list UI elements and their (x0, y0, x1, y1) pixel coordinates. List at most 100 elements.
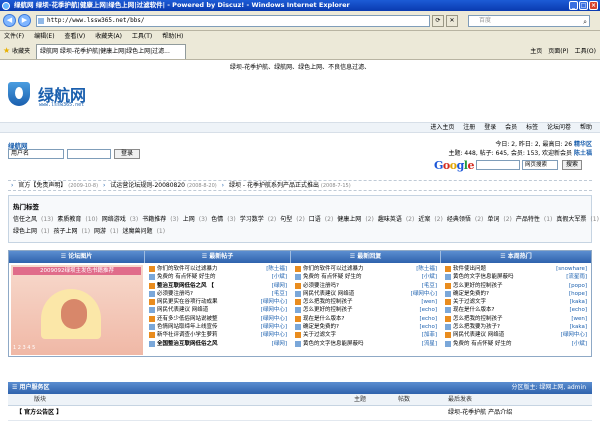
thread-title[interactable]: 怎么把我要为孩子? (453, 323, 545, 331)
thread-author[interactable]: [kaka] (570, 298, 587, 306)
announcement-link[interactable]: 试运营论坛规则-20080820 (110, 182, 185, 189)
thread-author[interactable]: [陈土福] (266, 265, 287, 273)
announcement-link[interactable]: 官方【免责声明】 (18, 182, 66, 189)
thread-author[interactable]: [popo] (569, 282, 587, 290)
password-input[interactable] (67, 149, 111, 159)
thread-title[interactable]: 关于过滤文字 (453, 298, 545, 306)
nav-tags[interactable]: 标签 (526, 124, 538, 131)
digest-link[interactable]: 精华区 (574, 141, 592, 148)
menu-help[interactable]: 帮助(H) (162, 33, 183, 40)
thread-row[interactable]: 你们的软件可以过滤暴力 [陈土福] (295, 265, 437, 273)
thread-title[interactable]: 现在是什么版本? (303, 315, 395, 323)
thread-row[interactable]: 怎么更好的控制孩子 [echo] (295, 306, 437, 314)
thread-row[interactable]: 新华社评调查小学生萝莉 [绿网中心] (149, 331, 287, 339)
thread-author[interactable]: [绿网] (272, 340, 287, 348)
thread-title[interactable]: 网民更实在谷项行动成果 (157, 298, 249, 306)
thread-title[interactable]: 你们的软件可以过滤暴力 (157, 265, 249, 273)
page-button[interactable]: 页面(P) (548, 46, 568, 55)
thread-title[interactable]: 怎么把我的控制孩子 (303, 298, 395, 306)
thread-author[interactable]: [绿网中心] (261, 306, 287, 314)
thread-row[interactable]: 怎么更好的控制孩子 [popo] (445, 282, 587, 290)
minimize-button[interactable]: _ (569, 1, 578, 10)
refresh-icon[interactable]: ⟳ (432, 15, 444, 27)
thread-title[interactable]: 必须要注册吗? (157, 290, 249, 298)
photo-slideshow[interactable]: 2009092绿坝主发色书籍推荐 1 2 3 4 5 (11, 265, 143, 355)
thread-title[interactable]: 黄色的文字信息能屏蔽吗 (303, 340, 395, 348)
nav-login[interactable]: 登录 (484, 124, 496, 131)
search-icon[interactable]: ⌕ (583, 17, 587, 27)
thread-author[interactable]: [kaka] (570, 323, 587, 331)
thread-row[interactable]: 你们的软件可以过滤暴力 [陈土福] (149, 265, 287, 273)
favorites-button[interactable]: ★ 收藏夹 (3, 46, 30, 55)
thread-row[interactable]: 怎么把我要为孩子? [kaka] (445, 323, 587, 331)
thread-row[interactable]: 免费的 有点怀疑 好生的 [小斌] (149, 273, 287, 281)
thread-author[interactable]: [绿网中心] (261, 298, 287, 306)
tag-link[interactable]: 色情 (3) (211, 216, 236, 223)
thread-author[interactable]: [echo] (419, 323, 437, 331)
forward-icon[interactable]: ▶ (18, 14, 31, 27)
announcement-link[interactable]: 绿坝 - 花季护航系列产品正式推出 (229, 182, 319, 189)
thread-author[interactable]: [流星雨] (566, 273, 587, 281)
thread-title[interactable]: 怎么把我的控制孩子 (453, 315, 545, 323)
thread-author[interactable]: [绿网中心] (561, 331, 587, 339)
thread-row[interactable]: 现在是什么版本? [echo] (295, 315, 437, 323)
thread-title[interactable]: 免费的 有点怀疑 好生的 (157, 273, 249, 281)
thread-title[interactable]: 色情网站取缔年上线宣传 (157, 323, 249, 331)
thread-author[interactable]: [流星] (422, 340, 437, 348)
nav-survey[interactable]: 论坛问卷 (547, 124, 571, 131)
tools-button[interactable]: 工具(O) (575, 46, 596, 55)
thread-title[interactable]: 怎么更好的控制孩子 (303, 306, 395, 314)
thread-row[interactable]: 关于过滤文字 [kaka] (445, 298, 587, 306)
thread-author[interactable]: [wen] (571, 315, 587, 323)
thread-title[interactable]: 新华社评调查小学生萝莉 (157, 331, 249, 339)
thread-author[interactable]: [echo] (419, 315, 437, 323)
forum-last-post[interactable]: 绿坝-花季护航 产品介绍 (448, 407, 512, 419)
home-button[interactable]: 主页 (530, 46, 542, 55)
thread-author[interactable]: [绿网中心] (261, 323, 287, 331)
thread-title[interactable]: 确定是免费的? (453, 290, 545, 298)
thread-title[interactable]: 免费的 有点怀疑 好生的 (303, 273, 395, 281)
thread-row[interactable]: 必须要注册吗? [毛豆] (295, 282, 437, 290)
tag-link[interactable]: 上网 (3) (183, 216, 208, 223)
maximize-button[interactable]: □ (579, 1, 588, 10)
thread-title[interactable]: 软件使出问题 (453, 265, 545, 273)
search-input[interactable]: 百度 ⌕ (468, 15, 590, 27)
thread-author[interactable]: [hope] (569, 290, 587, 298)
nav-register[interactable]: 注册 (463, 124, 475, 131)
google-search-button[interactable]: 搜索 (562, 160, 582, 170)
thread-title[interactable]: 现在是什么版本? (453, 306, 545, 314)
thread-row[interactable]: 现在是什么版本? [echo] (445, 306, 587, 314)
nav-enter-home[interactable]: 进入主页 (430, 124, 454, 131)
thread-row[interactable]: 怎么把我的控制孩子 [wen] (295, 298, 437, 306)
tag-link[interactable]: 网络游戏 (3) (102, 216, 139, 223)
thread-title[interactable]: 你们的软件可以过滤暴力 (303, 265, 395, 273)
thread-author[interactable]: [小斌] (572, 340, 587, 348)
thread-row[interactable]: 网民代表建议 网络道 [绿网中心] (295, 290, 437, 298)
thread-row[interactable]: 全国整治互联网低俗之风 [绿网] (149, 340, 287, 348)
thread-title[interactable]: 免费的 有点怀疑 好生的 (453, 340, 545, 348)
photo-pager[interactable]: 1 2 3 4 5 (13, 345, 35, 351)
thread-author[interactable]: [加菲] (422, 331, 437, 339)
thread-author[interactable]: [snowhare] (556, 265, 587, 273)
tag-link[interactable]: 趣味英语 (2) (378, 216, 415, 223)
thread-title[interactable]: 关于过滤文字 (303, 331, 395, 339)
thread-row[interactable]: 整治互联网低俗之风 【 [绿网] (149, 282, 287, 290)
thread-author[interactable]: [wen] (421, 298, 437, 306)
thread-title[interactable]: 网民代表建议 网络道 (453, 331, 545, 339)
tag-link[interactable]: 书籍推荐 (3) (142, 216, 179, 223)
thread-author[interactable]: [毛豆] (272, 290, 287, 298)
thread-row[interactable]: 软件使出问题 [snowhare] (445, 265, 587, 273)
username-input[interactable]: 用户名 (8, 149, 64, 159)
nav-help[interactable]: 帮助 (580, 124, 592, 131)
thread-author[interactable]: [echo] (419, 306, 437, 314)
thread-row[interactable]: 网民代表建议 网络道 [绿网中心] (445, 331, 587, 339)
thread-row[interactable]: 黄色的文字信息能屏蔽吗 [流星] (295, 340, 437, 348)
thread-author[interactable]: [陈土福] (416, 265, 437, 273)
menu-file[interactable]: 文件(F) (4, 33, 24, 40)
google-search-input[interactable] (476, 160, 520, 170)
category-header[interactable]: ☰ 用户服务区 分区版主: 绿网上网, admin (8, 382, 592, 394)
thread-author[interactable]: [绿网中心] (261, 315, 287, 323)
tag-link[interactable]: 网游 (1) (94, 228, 119, 235)
thread-title[interactable]: 必须要注册吗? (303, 282, 395, 290)
thread-author[interactable]: [毛豆] (422, 282, 437, 290)
